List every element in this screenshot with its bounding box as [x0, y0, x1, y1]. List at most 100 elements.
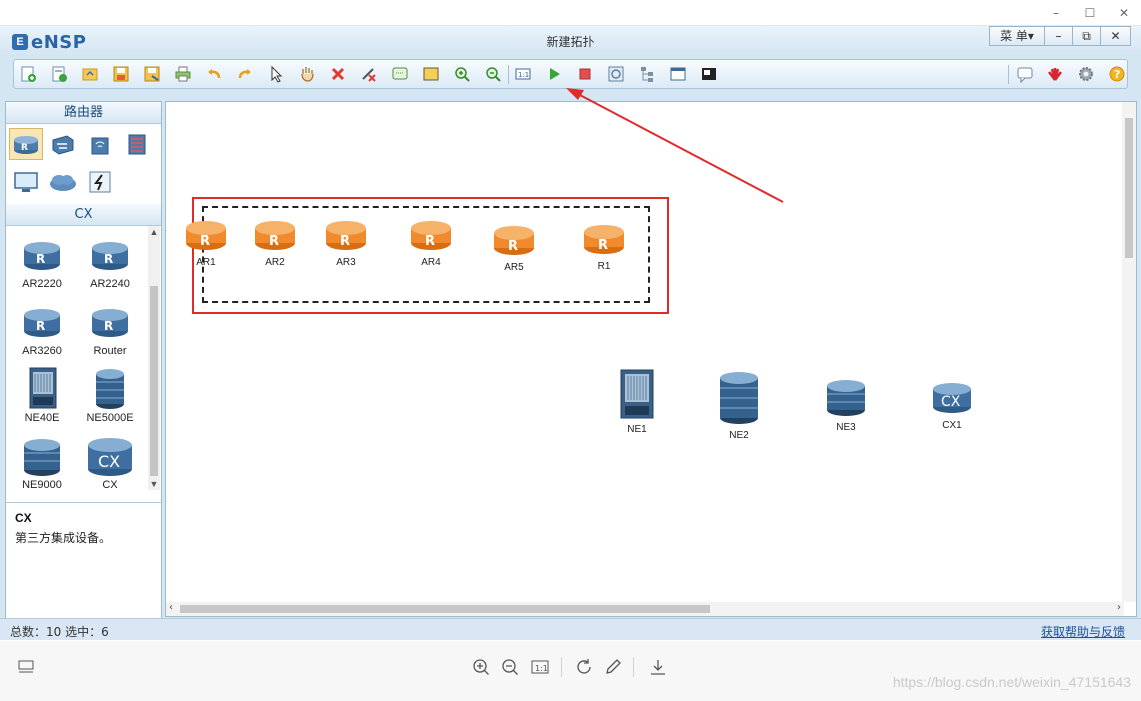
svg-text:CX: CX: [941, 394, 961, 410]
router-node-ar5[interactable]: R AR5: [484, 220, 544, 273]
device-label: NE5000E: [86, 412, 134, 424]
device-ne40e[interactable]: NE40E: [8, 366, 76, 430]
device-label: NE40E: [24, 412, 60, 424]
pan-hand-icon[interactable]: [296, 64, 318, 84]
palette-icon[interactable]: [420, 64, 442, 84]
svg-text:R: R: [21, 143, 28, 153]
device-ne5000e[interactable]: NE5000E: [76, 366, 144, 430]
device-label: AR2240: [90, 278, 130, 290]
window-titlebar: – ☐ ✕: [0, 0, 1141, 26]
feedback-icon[interactable]: [1014, 64, 1036, 84]
redo-icon[interactable]: [234, 64, 256, 84]
topology-tree-icon[interactable]: [636, 64, 658, 84]
help-icon[interactable]: ?: [1106, 64, 1128, 84]
firewall-category-icon[interactable]: [120, 128, 154, 160]
router-node-ar2[interactable]: R AR2: [245, 215, 305, 268]
description-text: 第三方集成设备。: [15, 531, 112, 545]
app-minimize-button[interactable]: –: [1044, 27, 1072, 45]
topology-title: 新建拓扑: [546, 35, 595, 49]
pc-category-icon[interactable]: [9, 166, 43, 198]
viewer-rotate-icon[interactable]: [573, 656, 595, 678]
zoom-in-icon[interactable]: [451, 64, 473, 84]
window-maximize-button[interactable]: ☐: [1073, 2, 1107, 24]
new-topology-icon[interactable]: [17, 64, 39, 84]
router-node-ar4[interactable]: R AR4: [401, 215, 461, 268]
viewer-download-icon[interactable]: [647, 656, 669, 678]
svg-text:R: R: [36, 252, 45, 266]
app-restore-button[interactable]: ⧉: [1072, 27, 1100, 45]
device-label: NE9000: [22, 479, 62, 491]
router-node-ar1[interactable]: R AR1: [176, 215, 236, 268]
other-device-category-icon[interactable]: [83, 166, 117, 198]
save-as-icon[interactable]: [141, 64, 163, 84]
router-node-r1[interactable]: R R1: [574, 219, 634, 272]
scrollbar-thumb[interactable]: [150, 286, 158, 476]
main-toolbar: 1:1 ?: [13, 59, 1128, 89]
huawei-icon[interactable]: [1044, 64, 1066, 84]
router-category-icon[interactable]: R: [9, 128, 43, 160]
svg-text:?: ?: [1114, 68, 1120, 81]
undo-icon[interactable]: [203, 64, 225, 84]
device-ar2240[interactable]: R AR2240: [76, 232, 144, 296]
device-label: AR3260: [22, 345, 62, 357]
cx-category-title: CX: [6, 204, 161, 226]
svg-text:R: R: [508, 239, 518, 254]
viewer-edit-pencil-icon[interactable]: [602, 656, 624, 678]
wireless-category-icon[interactable]: [83, 128, 117, 160]
text-note-icon[interactable]: [389, 64, 411, 84]
svg-text:CX: CX: [98, 452, 120, 471]
scrollbar-thumb[interactable]: [1125, 118, 1133, 258]
console-icon[interactable]: [698, 64, 720, 84]
window-close-button[interactable]: ✕: [1107, 2, 1141, 24]
device-ne9000[interactable]: NE9000: [8, 433, 76, 497]
help-feedback-link[interactable]: 获取帮助与反馈: [1041, 623, 1125, 640]
canvas-vertical-scrollbar[interactable]: [1122, 102, 1136, 602]
cloud-category-icon[interactable]: [46, 166, 80, 198]
scroll-left-icon[interactable]: ‹: [169, 602, 173, 613]
save-icon[interactable]: [110, 64, 132, 84]
scroll-up-icon[interactable]: ▲: [148, 226, 160, 238]
device-ar2220[interactable]: R AR2220: [8, 232, 76, 296]
svg-text:R: R: [425, 234, 435, 249]
viewer-zoom-out-icon[interactable]: [499, 656, 521, 678]
app-close-button[interactable]: ✕: [1100, 27, 1130, 45]
device-label: Router: [93, 345, 127, 357]
device-list-scrollbar[interactable]: ▲ ▼: [148, 226, 160, 490]
print-icon[interactable]: [172, 64, 194, 84]
canvas-horizontal-scrollbar[interactable]: ‹ ›: [166, 602, 1124, 616]
stop-device-icon[interactable]: [574, 64, 596, 84]
scroll-right-icon[interactable]: ›: [1117, 602, 1121, 613]
device-node-ne1[interactable]: NE1: [607, 368, 667, 435]
main-menu-button[interactable]: 菜 单▾: [990, 27, 1044, 45]
fit-view-icon[interactable]: 1:1: [512, 64, 534, 84]
delete-icon[interactable]: [327, 64, 349, 84]
svg-text:R: R: [340, 234, 350, 249]
device-ar3260[interactable]: R AR3260: [8, 299, 76, 363]
select-pointer-icon[interactable]: [265, 64, 287, 84]
grid-view-icon[interactable]: [667, 64, 689, 84]
switch-category-icon[interactable]: [46, 128, 80, 160]
delete-link-icon[interactable]: [358, 64, 380, 84]
window-minimize-button[interactable]: –: [1039, 2, 1073, 24]
svg-text:R: R: [269, 234, 279, 249]
device-node-ne2[interactable]: NE2: [709, 368, 769, 441]
start-device-icon[interactable]: [543, 64, 565, 84]
device-router[interactable]: R Router: [76, 299, 144, 363]
scrollbar-thumb[interactable]: [180, 605, 710, 613]
capture-data-icon[interactable]: [605, 64, 627, 84]
device-cx[interactable]: CX CX: [76, 433, 144, 497]
scroll-down-icon[interactable]: ▼: [148, 478, 160, 490]
device-label: CX: [102, 479, 118, 491]
topology-canvas[interactable]: R AR1 R AR2 R AR3 R AR4 R AR5 R R1 NE1 N…: [165, 101, 1137, 617]
device-node-ne3[interactable]: NE3: [816, 374, 876, 433]
viewer-actual-size-icon[interactable]: 1:1: [529, 656, 551, 678]
router-node-ar3[interactable]: R AR3: [316, 215, 376, 268]
zoom-out-icon[interactable]: [482, 64, 504, 84]
viewer-zoom-in-icon[interactable]: [470, 656, 492, 678]
layout-toggle-icon[interactable]: [15, 656, 37, 678]
open-icon[interactable]: [79, 64, 101, 84]
device-node-cx1[interactable]: CX CX1: [922, 378, 982, 431]
settings-gear-icon[interactable]: [1075, 64, 1097, 84]
status-count-text: 总数：10 选中：6: [10, 625, 109, 639]
new-example-icon[interactable]: [48, 64, 70, 84]
